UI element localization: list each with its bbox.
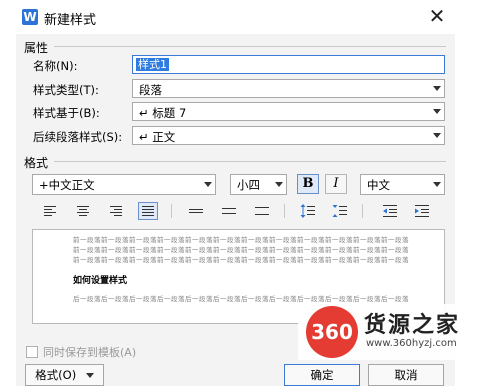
preview-sample-text: 如何设置样式 [73,276,128,286]
font-size-value: 小四 [237,178,260,192]
properties-section-title: 属性 [24,41,49,55]
based-on-label: 样式基于(B): [33,106,100,120]
preview-previous-paragraph: 前一段落前一段落前一段落前一段落前一段落前一段落前一段落前一段落前一段落前一段落… [73,246,409,254]
italic-button[interactable]: I [325,174,347,194]
font-dropdown[interactable]: +中文正文 [32,174,216,195]
preview-previous-paragraph: 前一段落前一段落前一段落前一段落前一段落前一段落前一段落前一段落前一段落前一段落… [73,236,409,244]
chevron-down-icon [433,86,441,91]
wps-writer-icon: W [22,9,38,25]
following-style-dropdown[interactable]: ↵ 正文 [132,126,445,145]
add-to-template-checkbox[interactable] [26,346,38,358]
bold-button[interactable]: B [297,174,319,194]
toolbar-divider [362,204,363,218]
based-on-value: ↵ 标题 7 [139,106,187,120]
preview-next-paragraph: 后一段落后一段落后一段落后一段落后一段落后一段落后一段落后一段落后一段落后一段落… [73,295,409,303]
format-section-title: 格式 [24,156,49,170]
align-left-icon[interactable] [40,202,60,220]
watermark-brand: 货源之家 [364,313,461,338]
chevron-down-icon [433,133,441,138]
site-watermark: 360 货源之家 www.360hyzj.com [298,304,488,360]
cancel-button[interactable]: 取消 [368,364,444,386]
format-menu-label: 格式(O) [35,368,77,382]
style-type-value: 段落 [139,83,162,97]
toolbar-divider [171,204,172,218]
chevron-down-icon [275,182,283,187]
watermark-url: www.360hyzj.com [366,338,457,349]
following-style-value: ↵ 正文 [139,130,176,144]
format-divider [54,161,446,162]
style-type-dropdown[interactable]: 段落 [132,79,445,98]
name-input[interactable]: 样式1 [132,55,445,74]
language-dropdown[interactable]: 中文 [360,174,445,195]
single-spacing-icon[interactable] [186,202,206,220]
preview-previous-paragraph: 前一段落前一段落前一段落前一段落前一段落前一段落前一段落前一段落前一段落前一段落… [73,256,409,264]
increase-indent-icon[interactable] [412,202,432,220]
font-value: +中文正文 [39,178,95,192]
watermark-badge: 360 [306,306,358,358]
chevron-down-icon [85,373,94,378]
align-center-icon[interactable] [73,202,93,220]
toolbar-divider [284,204,285,218]
justify-icon[interactable] [138,202,158,220]
following-style-label: 后续段落样式(S): [33,130,123,144]
increase-paragraph-spacing-icon[interactable] [298,202,318,220]
title-bar: W 新建样式 ✕ [0,0,488,34]
decrease-paragraph-spacing-icon[interactable] [330,202,350,220]
chevron-down-icon [433,109,441,114]
double-spacing-icon[interactable] [252,202,272,220]
align-right-icon[interactable] [106,202,126,220]
chevron-down-icon [433,182,441,187]
chevron-down-icon [204,182,212,187]
one-half-spacing-icon[interactable] [219,202,239,220]
style-type-label: 样式类型(T): [33,83,99,97]
font-size-dropdown[interactable]: 小四 [230,174,287,195]
name-input-value: 样式1 [136,58,169,71]
language-value: 中文 [367,178,390,192]
format-menu-button[interactable]: 格式(O) [25,364,104,386]
decrease-indent-icon[interactable] [380,202,400,220]
properties-divider [54,46,446,47]
close-icon[interactable]: ✕ [424,4,450,30]
dialog-title: 新建样式 [44,13,97,28]
based-on-dropdown[interactable]: ↵ 标题 7 [132,102,445,121]
add-to-template-label: 同时保存到模板(A) [43,346,137,359]
name-label: 名称(N): [33,59,78,73]
ok-button[interactable]: 确定 [284,364,360,386]
